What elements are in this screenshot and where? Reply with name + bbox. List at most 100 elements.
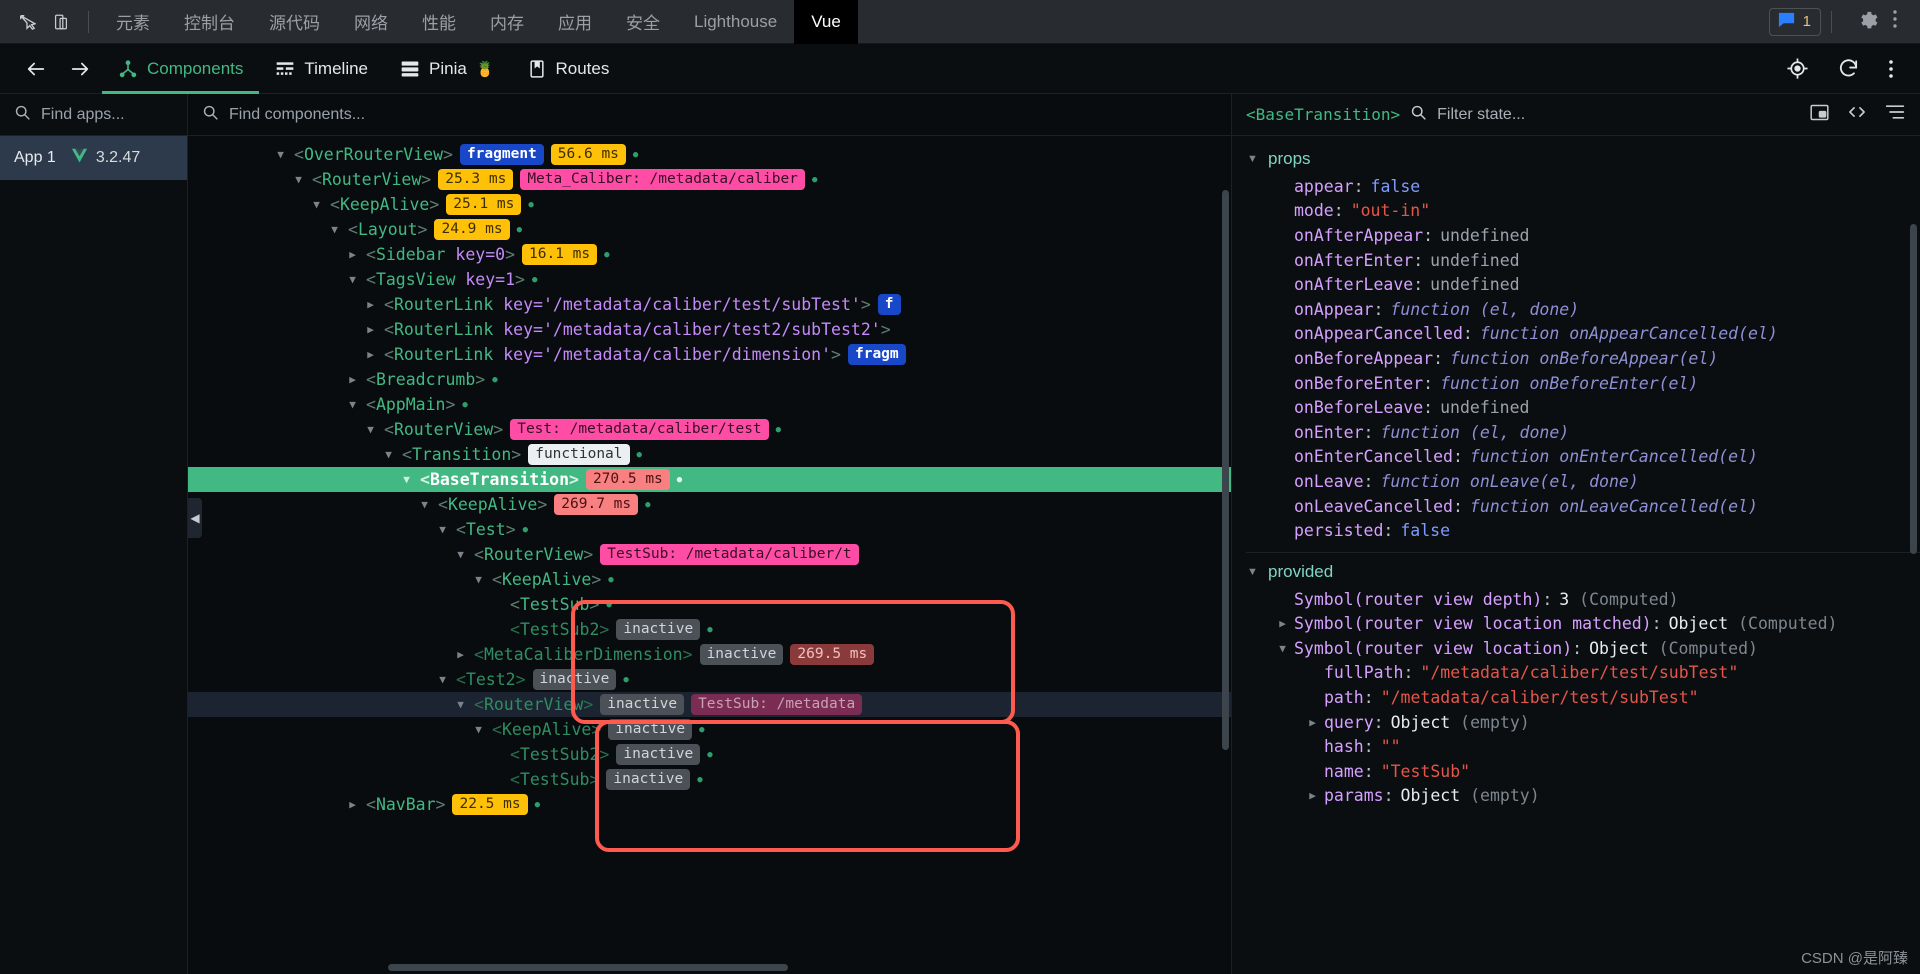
refresh-icon[interactable]	[1825, 57, 1872, 80]
tree-caret-open-icon[interactable]	[346, 273, 359, 286]
tree-row-transition[interactable]: <Transition> functional ●	[188, 442, 1231, 467]
tree-row-testsub[interactable]: <TestSub> ●	[188, 592, 1231, 617]
tab-timeline[interactable]: Timeline	[259, 44, 384, 94]
state-row[interactable]: mode: "out-in"	[1232, 199, 1920, 224]
tree-row-routerlink[interactable]: <RouterLink key='/metadata/caliber/test/…	[188, 292, 1231, 317]
find-apps-search[interactable]: Find apps...	[0, 94, 187, 136]
tree-caret-closed-icon[interactable]	[346, 248, 359, 261]
collapse-all-icon[interactable]	[1884, 102, 1906, 127]
state-section-props[interactable]: props	[1232, 144, 1920, 174]
picture-in-picture-icon[interactable]	[1809, 102, 1830, 128]
kebab-menu-icon[interactable]	[1884, 8, 1906, 35]
tree-row-routerview[interactable]: <RouterView> Test: /metadata/caliber/test…	[188, 417, 1231, 442]
state-row[interactable]: fullPath: "/metadata/caliber/test/subTest…	[1232, 661, 1920, 686]
state-row[interactable]: onEnterCancelled: function onEnterCancell…	[1232, 445, 1920, 470]
tree-row-layout[interactable]: <Layout> 24.9 ms ●	[188, 217, 1231, 242]
tree-caret-open-icon[interactable]	[274, 148, 287, 161]
devtools-tab-application[interactable]: 应用	[541, 0, 609, 44]
state-row[interactable]: onLeave: function onLeave(el, done)	[1232, 469, 1920, 494]
tree-caret-closed-icon[interactable]	[364, 298, 377, 311]
state-caret-icon[interactable]	[1276, 642, 1289, 655]
tree-row-routerview[interactable]: <RouterView> 25.3 ms Meta_Caliber: /metada…	[188, 167, 1231, 192]
arrow-right-icon[interactable]	[58, 58, 102, 80]
message-badge[interactable]: 1	[1768, 7, 1821, 36]
tree-caret-open-icon[interactable]	[472, 573, 485, 586]
tab-components[interactable]: Components	[102, 44, 260, 94]
target-inspect-icon[interactable]	[1774, 57, 1821, 80]
filter-state-placeholder[interactable]: Filter state...	[1437, 106, 1525, 124]
tree-row-keepalive[interactable]: <KeepAlive> ●	[188, 567, 1231, 592]
devtools-tab-performance[interactable]: 性能	[405, 0, 473, 44]
state-row[interactable]: persisted: false	[1232, 518, 1920, 543]
state-vertical-scrollbar[interactable]	[1910, 224, 1917, 554]
devtools-tab-network[interactable]: 网络	[337, 0, 405, 44]
tree-row-testsub2[interactable]: <TestSub2> inactive ●	[188, 742, 1231, 767]
tree-horizontal-scrollbar[interactable]	[388, 964, 788, 971]
state-row[interactable]: query: Object (empty)	[1232, 710, 1920, 735]
tree-row-routerlink[interactable]: <RouterLink key='/metadata/caliber/test2…	[188, 317, 1231, 342]
tree-caret-closed-icon[interactable]	[346, 798, 359, 811]
tree-caret-open-icon[interactable]	[292, 173, 305, 186]
state-row[interactable]: params: Object (empty)	[1232, 784, 1920, 809]
code-icon[interactable]	[1846, 102, 1868, 127]
tree-caret-closed-icon[interactable]	[346, 373, 359, 386]
state-caret-icon[interactable]	[1276, 617, 1289, 630]
devtools-tab-security[interactable]: 安全	[609, 0, 677, 44]
section-caret-icon[interactable]	[1246, 566, 1259, 578]
tree-row-test[interactable]: <Test> ●	[188, 517, 1231, 542]
tree-caret-open-icon[interactable]	[400, 473, 413, 486]
devtools-tab-elements[interactable]: 元素	[99, 0, 167, 44]
tree-row-testsub[interactable]: <TestSub> inactive ●	[188, 767, 1231, 792]
tree-caret-open-icon[interactable]	[436, 673, 449, 686]
tree-row-routerview[interactable]: <RouterView> TestSub: /metadata/caliber/t	[188, 542, 1231, 567]
tree-row-metacaliberdimension[interactable]: <MetaCaliberDimension> inactive 269.5 ms	[188, 642, 1231, 667]
tree-row-overrouterview[interactable]: <OverRouterView> fragment 56.6 ms ●	[188, 142, 1231, 167]
state-row[interactable]: onAppear: function (el, done)	[1232, 297, 1920, 322]
tree-row-appmain[interactable]: <AppMain> ●	[188, 392, 1231, 417]
app-item-app-1[interactable]: App 1 3.2.47	[0, 136, 187, 180]
state-row[interactable]: onAfterEnter: undefined	[1232, 248, 1920, 273]
state-row[interactable]: onBeforeEnter: function onBeforeEnter(el)	[1232, 371, 1920, 396]
tree-row-routerlink[interactable]: <RouterLink key='/metadata/caliber/dimen…	[188, 342, 1231, 367]
tree-row-breadcrumb[interactable]: <Breadcrumb> ●	[188, 367, 1231, 392]
tree-caret-open-icon[interactable]	[310, 198, 323, 211]
state-row[interactable]: onBeforeAppear: function onBeforeAppear(e…	[1232, 346, 1920, 371]
tree-caret-open-icon[interactable]	[346, 398, 359, 411]
tree-caret-open-icon[interactable]	[418, 498, 431, 511]
tab-routes[interactable]: Routes	[511, 44, 626, 94]
state-row[interactable]: onLeaveCancelled: function onLeaveCancell…	[1232, 494, 1920, 519]
devtools-tab-memory[interactable]: 内存	[473, 0, 541, 44]
kebab-menu-icon[interactable]	[1876, 58, 1906, 80]
devtools-tab-sources[interactable]: 源代码	[252, 0, 337, 44]
tree-row-tagsview[interactable]: <TagsView key=1> ●	[188, 267, 1231, 292]
state-row[interactable]: Symbol(router view location): Object (Com…	[1232, 636, 1920, 661]
gear-icon[interactable]	[1856, 8, 1878, 35]
state-row[interactable]: onEnter: function (el, done)	[1232, 420, 1920, 445]
inspect-element-icon[interactable]	[10, 5, 44, 39]
section-caret-icon[interactable]	[1246, 153, 1259, 165]
arrow-left-icon[interactable]	[14, 58, 58, 80]
find-components-search[interactable]: Find components...	[188, 94, 1231, 136]
tree-caret-open-icon[interactable]	[454, 698, 467, 711]
state-row[interactable]: appear: false	[1232, 174, 1920, 199]
tree-caret-open-icon[interactable]	[472, 723, 485, 736]
device-toolbar-icon[interactable]	[44, 5, 78, 39]
devtools-tab-vue[interactable]: Vue	[794, 0, 858, 44]
state-row[interactable]: path: "/metadata/caliber/test/subTest"	[1232, 685, 1920, 710]
tree-row-routerview[interactable]: <RouterView> inactive TestSub: /metadata	[188, 692, 1231, 717]
state-row[interactable]: onAppearCancelled: function onAppearCance…	[1232, 322, 1920, 347]
tree-caret-open-icon[interactable]	[382, 448, 395, 461]
component-tree[interactable]: <OverRouterView>fragment56.6 ms●<RouterV…	[188, 136, 1231, 974]
state-row[interactable]: onAfterAppear: undefined	[1232, 223, 1920, 248]
tree-vertical-scrollbar[interactable]	[1222, 190, 1229, 750]
tree-caret-open-icon[interactable]	[454, 548, 467, 561]
tree-caret-closed-icon[interactable]	[454, 648, 467, 661]
tree-row-keepalive[interactable]: <KeepAlive> 269.7 ms ●	[188, 492, 1231, 517]
tree-caret-open-icon[interactable]	[436, 523, 449, 536]
state-row[interactable]: hash: ""	[1232, 734, 1920, 759]
tree-row-basetransition[interactable]: <BaseTransition> 270.5 ms ●	[188, 467, 1231, 492]
tree-caret-closed-icon[interactable]	[364, 348, 377, 361]
collapse-sidebar-handle[interactable]: ◀	[188, 498, 202, 538]
state-caret-icon[interactable]	[1306, 789, 1319, 802]
state-section-provided[interactable]: provided	[1232, 557, 1920, 587]
